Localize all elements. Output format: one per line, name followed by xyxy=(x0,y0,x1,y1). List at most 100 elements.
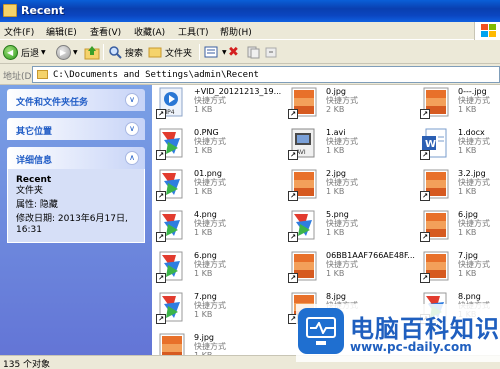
file-item[interactable]: ↗ 0.PNG 快捷方式 1 KB xyxy=(152,126,284,166)
file-tasks-title: 文件和文件夹任务 xyxy=(16,98,89,108)
file-name: 1.avi xyxy=(326,128,346,137)
shortcut-arrow-icon: ↗ xyxy=(288,273,298,283)
file-name: 5.png xyxy=(326,210,349,219)
file-name: 4.png xyxy=(194,210,217,219)
file-item[interactable]: ↗ 6.png 快捷方式 1 KB xyxy=(152,249,284,289)
jpg-icon: ↗ xyxy=(420,169,452,201)
shortcut-arrow-icon: ↗ xyxy=(156,109,166,119)
file-item[interactable]: ↗ 01.png 快捷方式 1 KB xyxy=(152,167,284,207)
file-item[interactable]: ↗ 0---.jpg 快捷方式 1 KB xyxy=(416,85,500,125)
jpg-icon: ↗ xyxy=(288,251,320,283)
window-title: Recent xyxy=(21,4,65,17)
file-name: 3.2.jpg xyxy=(458,169,486,178)
file-item[interactable]: ↗ 7.jpg 快捷方式 1 KB xyxy=(416,249,500,289)
file-name: 7.png xyxy=(194,292,217,301)
file-type: 快捷方式 xyxy=(194,219,226,228)
search-button[interactable]: 搜索 xyxy=(108,43,143,61)
png-icon: ↗ xyxy=(156,251,188,283)
menu-edit[interactable]: 编辑(E) xyxy=(46,25,77,38)
delete-button[interactable]: ✖ xyxy=(228,43,239,61)
png-icon: ↗ xyxy=(156,128,188,160)
file-size: 1 KB xyxy=(194,228,213,237)
shortcut-arrow-icon: ↗ xyxy=(420,232,430,242)
file-item[interactable]: ↗ 6.jpg 快捷方式 1 KB xyxy=(416,208,500,248)
jpg-icon: ↗ xyxy=(420,210,452,242)
file-size: 1 KB xyxy=(326,146,345,155)
menu-tools[interactable]: 工具(T) xyxy=(178,25,209,38)
details-type: 文件夹 xyxy=(16,186,44,196)
views-button[interactable]: ▼ xyxy=(204,43,227,61)
jpg-icon: ↗ xyxy=(288,87,320,119)
file-item[interactable]: ↗ 0.jpg 快捷方式 2 KB xyxy=(284,85,416,125)
menu-file[interactable]: 文件(F) xyxy=(4,25,34,38)
file-size: 1 KB xyxy=(458,105,477,114)
file-type: 快捷方式 xyxy=(458,219,490,228)
expand-icon[interactable]: ∨ xyxy=(125,122,139,136)
file-size: 1 KB xyxy=(194,105,213,114)
collapse-icon[interactable]: ∧ xyxy=(125,151,139,165)
file-item[interactable]: ↗ 7.png 快捷方式 1 KB xyxy=(152,290,284,330)
file-item[interactable]: ↗ 4.png 快捷方式 1 KB xyxy=(152,208,284,248)
file-item[interactable]: ↗ 2.jpg 快捷方式 1 KB xyxy=(284,167,416,207)
file-name: +VID_20121213_19... xyxy=(194,87,282,96)
details-title: 详细信息 xyxy=(16,156,53,166)
address-input[interactable]: C:\Documents and Settings\admin\Recent xyxy=(32,66,500,83)
file-tasks-header[interactable]: 文件和文件夹任务 ∨ xyxy=(7,89,145,111)
file-size: 1 KB xyxy=(326,269,345,278)
file-name: 6.png xyxy=(194,251,217,260)
file-type: 快捷方式 xyxy=(194,137,226,146)
file-type: 快捷方式 xyxy=(326,96,358,105)
details-body: Recent 文件夹 属性: 隐藏 修改日期: 2013年6月17日, 16:3… xyxy=(7,169,145,243)
file-name: 0---.jpg xyxy=(458,87,487,96)
file-size: 2 KB xyxy=(326,105,345,114)
file-item[interactable]: ↗ 5.png 快捷方式 1 KB xyxy=(284,208,416,248)
up-folder-button[interactable] xyxy=(84,43,100,61)
file-tasks-panel: 文件和文件夹任务 ∨ xyxy=(7,89,145,111)
menu-favorites[interactable]: 收藏(A) xyxy=(134,25,165,38)
details-modified: 修改日期: 2013年6月17日, xyxy=(16,214,128,224)
title-bar[interactable]: Recent xyxy=(0,0,500,22)
png-icon: ↗ xyxy=(156,169,188,201)
search-icon xyxy=(109,46,122,59)
file-item[interactable]: ↗ 06BB1AAF766AE48F... 快捷方式 1 KB xyxy=(284,249,416,289)
file-name: 01.png xyxy=(194,169,222,178)
file-name: 8.jpg xyxy=(326,292,347,301)
delete-icon: ✖ xyxy=(228,44,239,60)
expand-icon[interactable]: ∨ xyxy=(125,93,139,107)
file-item[interactable]: ↗ 3.2.jpg 快捷方式 1 KB xyxy=(416,167,500,207)
shortcut-arrow-icon: ↗ xyxy=(288,232,298,242)
file-item[interactable]: MP4 ↗ +VID_20121213_19... 快捷方式 1 KB xyxy=(152,85,284,125)
file-type: 快捷方式 xyxy=(458,137,490,146)
menu-bar: 文件(F) 编辑(E) 查看(V) 收藏(A) 工具(T) 帮助(H) xyxy=(0,22,500,40)
file-item[interactable]: ↗9.jpg快捷方式1 KB xyxy=(152,331,284,355)
menu-view[interactable]: 查看(V) xyxy=(90,25,121,38)
svg-text:W: W xyxy=(425,139,436,150)
folder-icon xyxy=(3,4,17,17)
folder-icon xyxy=(37,70,48,79)
copy-to-icon xyxy=(247,46,260,59)
watermark: 电脑百科知识 www.pc-daily.com xyxy=(296,304,500,362)
folders-button[interactable]: 文件夹 xyxy=(148,43,192,61)
shortcut-arrow-icon: ↗ xyxy=(156,150,166,160)
jpg-icon: ↗ xyxy=(420,87,452,119)
file-type: 快捷方式 xyxy=(194,260,226,269)
folder-icon xyxy=(148,47,162,58)
watermark-url: www.pc-daily.com xyxy=(350,340,472,354)
copy-to-button[interactable] xyxy=(246,43,260,61)
file-size: 1 KB xyxy=(458,228,477,237)
forward-arrow-icon: ▶ xyxy=(56,44,71,60)
file-size: 1 KB xyxy=(194,146,213,155)
other-places-header[interactable]: 其它位置 ∨ xyxy=(7,118,145,140)
address-path: C:\Documents and Settings\admin\Recent xyxy=(53,70,259,80)
back-button[interactable]: ◀ 后退 ▼ xyxy=(3,43,46,61)
windows-logo-icon xyxy=(474,22,500,40)
menu-help[interactable]: 帮助(H) xyxy=(220,25,252,38)
forward-button[interactable]: ▶ ▼ xyxy=(56,43,78,61)
shortcut-arrow-icon: ↗ xyxy=(156,232,166,242)
details-header[interactable]: 详细信息 ∧ xyxy=(7,147,145,169)
address-label: 地址(D) xyxy=(3,72,35,82)
up-folder-icon xyxy=(84,46,100,60)
move-to-button[interactable] xyxy=(264,43,278,61)
file-item[interactable]: AVI ↗ 1.avi 快捷方式 1 KB xyxy=(284,126,416,166)
file-item[interactable]: W ↗ 1.docx 快捷方式 1 KB xyxy=(416,126,500,166)
